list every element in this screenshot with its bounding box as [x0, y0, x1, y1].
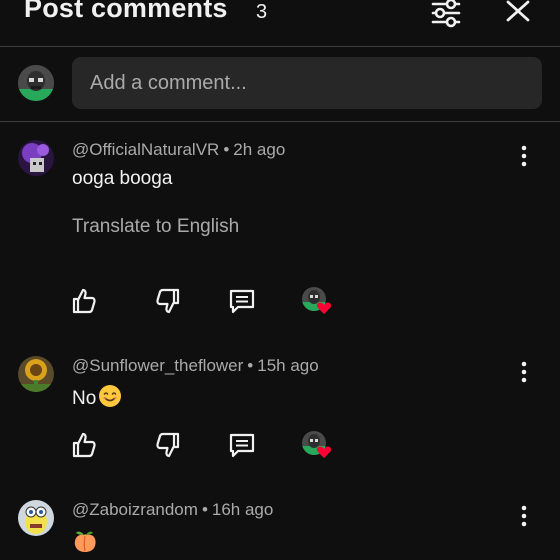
comment-author[interactable]: @OfficialNaturalVR [72, 140, 219, 159]
comment-menu-button[interactable] [512, 504, 536, 528]
commenter-avatar[interactable] [18, 140, 54, 176]
panel-title: Post comments [24, 0, 228, 23]
dislike-button[interactable] [152, 429, 184, 461]
add-comment-input[interactable] [72, 57, 542, 109]
like-button[interactable] [68, 285, 100, 317]
sort-filter-button[interactable] [428, 0, 464, 30]
comment-meta: @Sunflower_theflower • 15h ago [72, 356, 319, 376]
comment-time: 15h ago [257, 356, 319, 375]
header-divider [0, 46, 560, 47]
comment-time: 2h ago [233, 140, 286, 159]
composer-divider [0, 121, 560, 122]
reply-button[interactable] [226, 429, 258, 461]
comment-meta: @OfficialNaturalVR • 2h ago [72, 140, 285, 160]
thumbs-down-icon [156, 288, 180, 314]
dislike-button[interactable] [152, 285, 184, 317]
more-vert-icon [521, 505, 527, 527]
reply-icon [229, 433, 255, 458]
close-button[interactable] [500, 0, 536, 30]
translate-button[interactable]: Translate to English [72, 216, 239, 238]
meta-separator: • [201, 500, 208, 519]
smiling-face-emoji [99, 385, 122, 407]
close-icon [506, 0, 530, 22]
creator-heart-badge [302, 287, 332, 317]
comment-count: 3 [256, 1, 268, 23]
meta-separator: • [223, 140, 230, 159]
comment-text [72, 528, 98, 556]
reply-button[interactable] [226, 285, 258, 317]
thumbs-down-icon [156, 432, 180, 458]
comment-actions [68, 285, 368, 319]
heart-icon [316, 302, 332, 314]
comment-menu-button[interactable] [512, 144, 536, 168]
commenter-avatar[interactable] [18, 500, 54, 536]
comment-time: 16h ago [211, 500, 274, 519]
comment-text: ooga booga [72, 168, 173, 189]
more-vert-icon [521, 361, 527, 383]
comment-text: No [72, 384, 122, 410]
comment-author[interactable]: @Zaboizrandom [72, 500, 198, 519]
peach-emoji [74, 531, 96, 552]
comment-menu-button[interactable] [512, 360, 536, 384]
comment-author[interactable]: @Sunflower_theflower [72, 356, 243, 375]
comments-panel: Post comments 3 Add a comment... @Offici… [0, 0, 560, 560]
like-button[interactable] [68, 429, 100, 461]
panel-header: Post comments 3 [0, 0, 560, 46]
commenter-avatar[interactable] [18, 356, 54, 392]
comment-text-content: No [72, 388, 97, 409]
more-vert-icon [521, 145, 527, 167]
current-user-avatar [18, 65, 54, 101]
sliders-icon [431, 0, 461, 28]
comment-meta: @Zaboizrandom • 16h ago [72, 500, 273, 520]
comment-actions [68, 429, 368, 463]
thumbs-up-icon [72, 432, 96, 458]
reply-icon [229, 289, 255, 314]
creator-heart-badge [302, 431, 332, 461]
meta-separator: • [247, 356, 254, 375]
heart-icon [316, 446, 332, 458]
thumbs-up-icon [72, 288, 96, 314]
